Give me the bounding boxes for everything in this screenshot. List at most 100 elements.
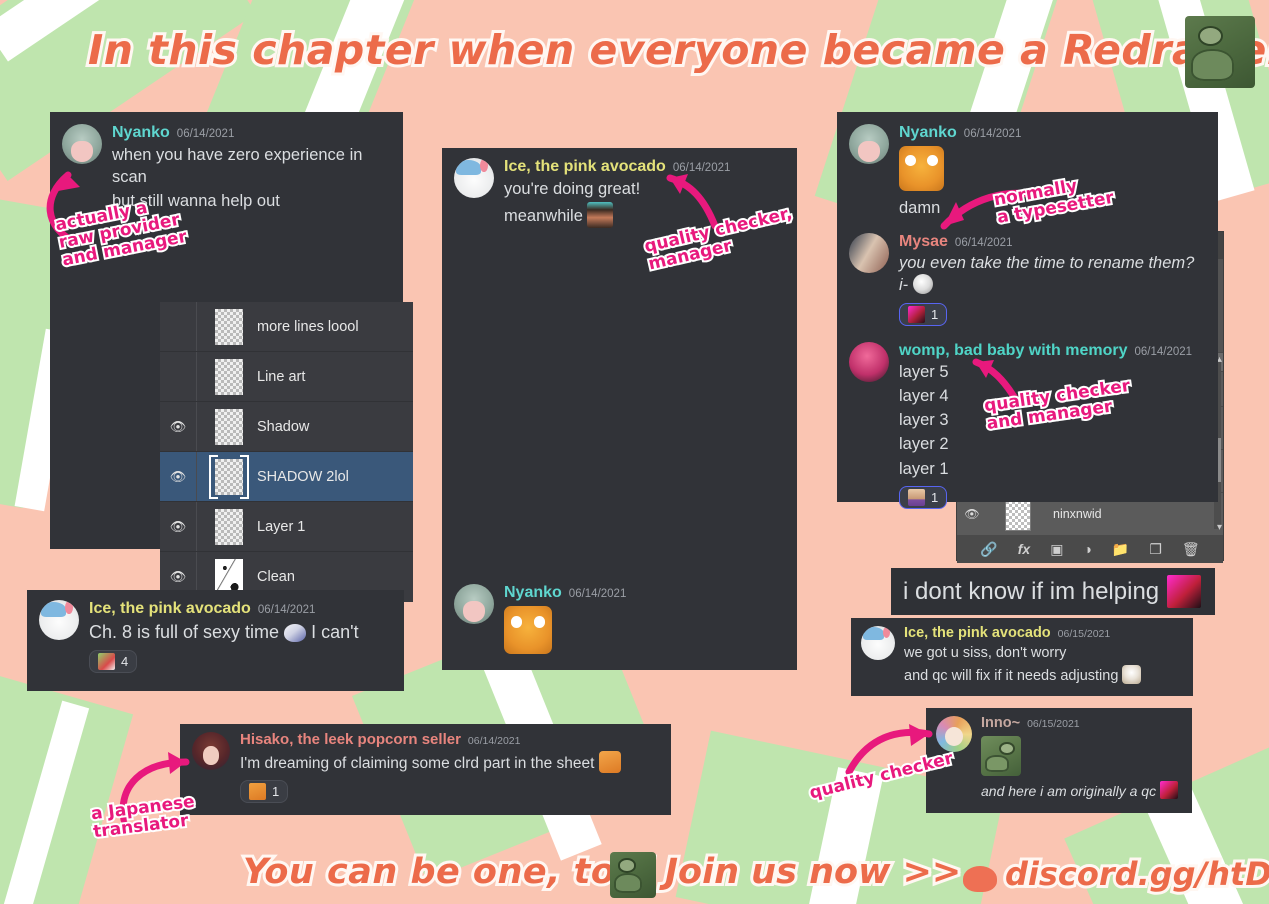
footer-join-text: Join us now >>	[662, 849, 964, 895]
reaction-pill[interactable]: 1	[899, 485, 948, 509]
blonde-girl-emoji	[1122, 665, 1142, 685]
link-layers-icon[interactable]: 🔗	[980, 541, 997, 558]
layer-row[interactable]: 👁 Layer 1	[160, 502, 413, 552]
pink-face-emoji	[1167, 575, 1202, 608]
avatar	[849, 232, 889, 273]
avatar	[849, 124, 889, 164]
avatar	[936, 716, 972, 752]
timestamp: 06/14/2021	[568, 588, 627, 600]
layers-list-screenshot: more lines loool Line art 👁 Shadow 👁 SHA…	[160, 302, 413, 602]
message-body: you even take the time to rename them? i…	[899, 254, 1195, 295]
panel-hisako: Hisako, the leek popcorn seller 06/14/20…	[180, 724, 671, 815]
layer-row[interactable]: more lines loool	[160, 302, 413, 352]
layer-name: more lines loool	[257, 318, 359, 335]
reaction-pill[interactable]: 4	[89, 649, 138, 673]
layer-name: Shadow	[257, 418, 310, 435]
banner-text: i dont know if im helping	[903, 577, 1160, 605]
layer-row[interactable]: Line art	[160, 352, 413, 402]
message-body: and here i am originally a qc	[981, 782, 1157, 799]
delete-layer-icon[interactable]: 🗑	[1182, 541, 1200, 558]
reaction-pill[interactable]: 1	[899, 302, 948, 326]
panel-nyanko-mysae-womp: Nyanko 06/14/2021 damn Mysae 06/14/2021 …	[837, 112, 1218, 509]
footer-call-to-action: You can be one, too!	[240, 849, 659, 895]
message-text-line1: when you have zero experience in scan	[112, 145, 363, 186]
discord-logo-icon	[963, 866, 997, 892]
timestamp: 06/15/2021	[1027, 718, 1080, 730]
layer-mask-icon[interactable]: ▣	[1050, 541, 1063, 558]
pink-face-emoji	[908, 305, 925, 323]
timestamp: 06/14/2021	[176, 128, 235, 140]
message-hisako: Hisako, the leek popcorn seller 06/14/20…	[192, 731, 659, 805]
avatar	[454, 158, 494, 198]
divider	[196, 502, 197, 551]
message-body: I'm dreaming of claiming some clrd part …	[240, 754, 595, 772]
divider	[196, 352, 197, 401]
message-body: and qc will fix if it needs adjusting	[904, 668, 1119, 685]
message-inno: Inno~ 06/15/2021 and here i am originall…	[936, 715, 1182, 801]
divider	[196, 302, 197, 351]
message-ice-sexy-time: Ice, the pink avocado 06/14/2021 Ch. 8 i…	[39, 600, 392, 675]
layer-thumbnail	[215, 508, 243, 545]
message-text: and here i am originally a qc	[981, 780, 1182, 801]
layer-name: Layer 1	[257, 518, 306, 535]
message-text: I'm dreaming of claiming some clrd part …	[240, 750, 659, 775]
pink-face-emoji	[1160, 780, 1178, 799]
message-ice-we-got-u: Ice, the pink avocado 06/15/2021 we got …	[861, 625, 1183, 687]
timestamp: 06/14/2021	[963, 128, 1022, 140]
new-layer-icon[interactable]: ❐	[1149, 541, 1162, 558]
meanwhile-emoji	[587, 201, 614, 228]
username: Ice, the pink avocado	[504, 158, 666, 175]
avatar	[454, 584, 494, 624]
scroll-down-icon[interactable]: ▾	[1217, 522, 1222, 533]
message-text: you even take the time to rename them? i…	[899, 252, 1206, 296]
username: Nyanko	[112, 124, 170, 141]
layer-effects-icon[interactable]: fx	[1018, 541, 1030, 557]
palette-footer-toolbar: 🔗 fx ▣ ◑ 📁 ❐ 🗑	[957, 535, 1223, 563]
layer-row-selected[interactable]: 👁 SHADOW 2lol	[160, 452, 413, 502]
username: Nyanko	[899, 124, 957, 141]
footer-discord-link[interactable]: discord.gg/htDPUwf	[1002, 852, 1269, 896]
message-text: meanwhile	[504, 206, 583, 225]
message-nyanko-reply: Nyanko 06/14/2021	[454, 584, 784, 654]
frog-emoji-header	[1185, 16, 1255, 88]
message-text-line2: and qc will fix if it needs adjusting	[904, 665, 1183, 686]
avatar	[861, 626, 895, 660]
message-body: Ch. 8 is full of sexy time	[89, 621, 280, 642]
skull-emoji	[912, 274, 933, 295]
timestamp: 06/14/2021	[1134, 345, 1193, 358]
username: Nyanko	[504, 584, 562, 601]
mouse-emoji	[284, 623, 307, 642]
new-group-icon[interactable]: 📁	[1112, 541, 1129, 558]
timestamp: 06/14/2021	[257, 604, 316, 616]
layer-name: SHADOW 2lol	[257, 468, 349, 485]
frog-emoji	[981, 735, 1021, 776]
divider	[196, 402, 197, 451]
message-text-line1: you're doing great!	[504, 179, 641, 198]
panel-helping-banner: i dont know if im helping	[891, 568, 1215, 615]
eye-icon[interactable]: 👁	[160, 569, 196, 585]
reaction-count: 1	[272, 784, 280, 800]
message-mysae: Mysae 06/14/2021 you even take the time …	[849, 232, 1206, 328]
avatar	[39, 600, 79, 640]
message-body-tail: I can't	[311, 621, 359, 642]
layer-thumbnail-selected	[215, 458, 243, 495]
page-title: In this chapter when everyone became a R…	[85, 23, 1269, 77]
username: Ice, the pink avocado	[904, 625, 1051, 641]
eye-icon[interactable]: 👁	[160, 519, 196, 535]
username: Inno~	[981, 715, 1021, 731]
timestamp: 06/15/2021	[1057, 628, 1111, 640]
green-money-emoji	[98, 652, 115, 670]
layer-thumbnail	[215, 408, 243, 445]
layer-thumbnail	[215, 358, 243, 395]
reaction-pill[interactable]: 1	[240, 780, 289, 804]
message-line: layer 2	[899, 435, 949, 454]
layer-row[interactable]: 👁 Shadow	[160, 402, 413, 452]
bread-emoji	[598, 750, 621, 773]
eye-icon[interactable]: 👁	[160, 419, 196, 435]
eye-icon[interactable]: 👁	[160, 469, 196, 485]
message-text-line1: we got u siss, don't worry	[904, 644, 1067, 661]
layer-thumbnail	[215, 308, 243, 345]
crying-laughing-bread-emoji	[504, 605, 552, 654]
adjustment-layer-icon[interactable]: ◑	[1083, 541, 1091, 557]
bread-emoji	[249, 783, 266, 801]
